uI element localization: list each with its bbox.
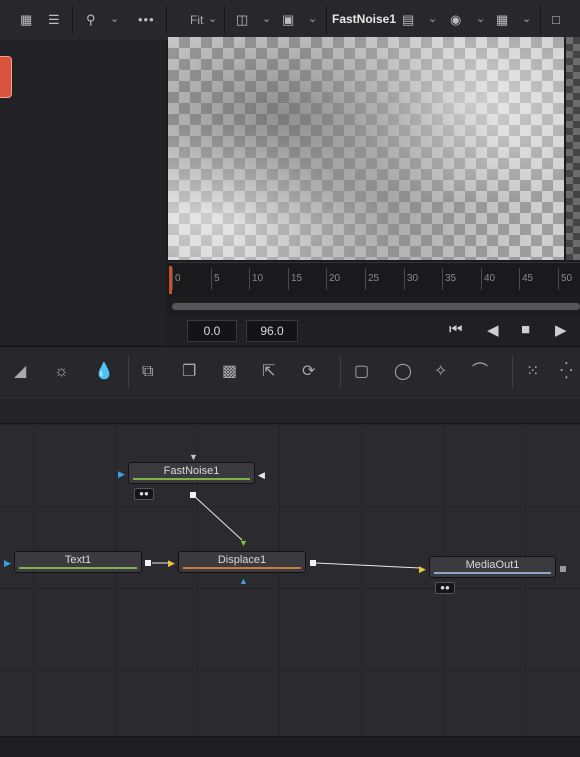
node-label: Text1 <box>64 554 92 566</box>
connection-displace-mediaout <box>315 562 421 569</box>
node-fastnoise1[interactable]: FastNoise1 <box>128 462 255 484</box>
node-connections <box>152 494 421 569</box>
node-displace1[interactable]: Displace1 <box>178 551 306 573</box>
displace-output-port[interactable] <box>310 560 316 566</box>
node-toggle[interactable]: ●● <box>435 582 455 594</box>
connection-fastnoise-displace <box>192 494 243 541</box>
node-status-bar <box>434 572 551 574</box>
fastnoise-input-arrow[interactable]: ▶ <box>118 470 125 479</box>
fastnoise-side-input-arrow[interactable]: ◀ <box>258 471 265 480</box>
text-output-port[interactable] <box>145 560 151 566</box>
node-label: Displace1 <box>217 554 267 566</box>
text-input-arrow[interactable]: ▶ <box>4 559 11 568</box>
displace-foreground-input-arrow[interactable]: ▼ <box>239 539 248 548</box>
node-label: MediaOut1 <box>465 559 520 571</box>
mediaout-input-arrow[interactable]: ▶ <box>419 565 426 574</box>
node-label: FastNoise1 <box>163 465 220 477</box>
node-status-bar <box>133 478 250 480</box>
node-status-bar <box>183 567 301 569</box>
displace-background-input-arrow[interactable]: ▶ <box>168 559 175 568</box>
node-toggle[interactable]: ●● <box>134 488 154 500</box>
mediaout-output-port[interactable] <box>560 566 566 572</box>
fastnoise-output-port[interactable] <box>190 492 196 498</box>
node-status-bar <box>19 567 137 569</box>
displace-mask-input-arrow[interactable]: ▲ <box>239 577 248 586</box>
mask-input-arrow[interactable]: ▼ <box>189 453 198 462</box>
node-text1[interactable]: Text1 <box>14 551 142 573</box>
node-mediaout1[interactable]: MediaOut1 <box>429 556 556 578</box>
